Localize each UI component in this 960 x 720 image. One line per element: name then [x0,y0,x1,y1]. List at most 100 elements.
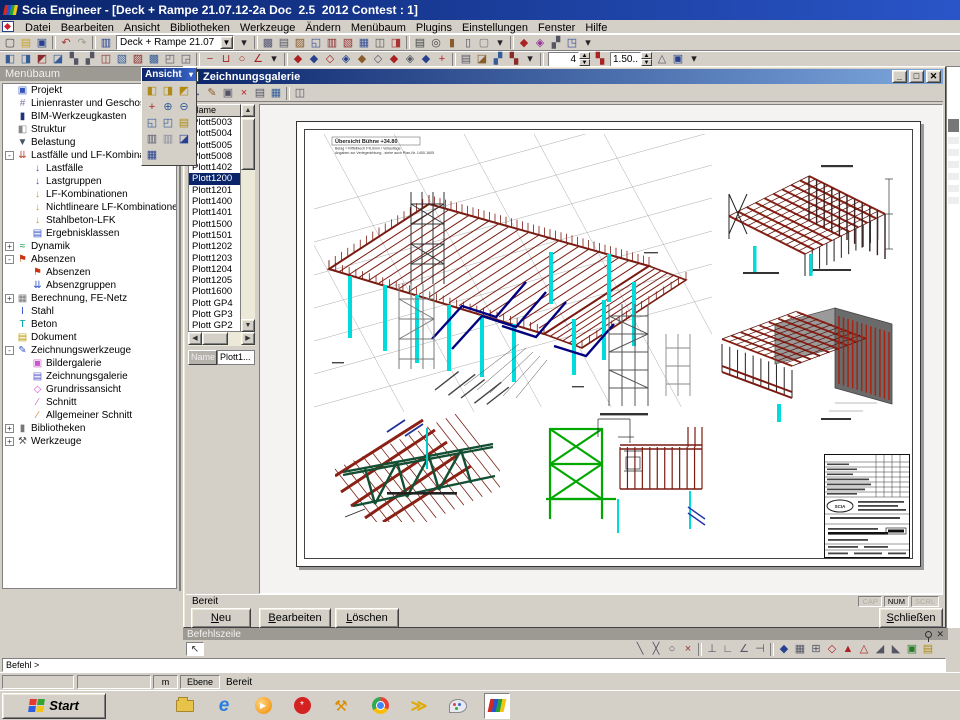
snap-ortho-icon[interactable]: ⊣ [752,642,768,656]
redo-icon[interactable]: ↷ [74,36,90,50]
maximize-icon[interactable]: □ [909,70,924,83]
view-front-icon[interactable]: ◨ [160,83,176,99]
chevron-down-icon[interactable]: ▼ [220,36,233,49]
document-icon[interactable] [2,21,14,32]
open-view-icon[interactable]: ▤ [176,115,192,131]
menu-item[interactable]: Ändern [300,22,345,34]
tree-item[interactable]: ▤ Ergebnisklassen [3,227,176,240]
tree-item[interactable]: ∕ Schnitt [3,396,176,409]
tree-expander[interactable] [5,86,14,95]
vscroll-thumb[interactable] [241,118,255,170]
tree-expander[interactable] [20,411,29,420]
scroll-right-icon[interactable]: ▶ [241,332,255,345]
scroll-left-icon[interactable]: ◀ [188,332,202,345]
pin-icon[interactable] [925,631,932,638]
clip-box-icon[interactable]: ◫ [98,52,114,66]
undo-icon[interactable]: ↶ [58,36,74,50]
select-beams-icon[interactable]: ◨ [18,52,34,66]
grid-icon[interactable]: ▦ [792,642,808,656]
tree-expander[interactable] [5,99,14,108]
shrink-icon[interactable]: ▧ [114,52,130,66]
tree-expander[interactable]: + [5,424,14,433]
circle-icon[interactable]: ○ [234,52,250,66]
table-icon[interactable]: ▦ [356,36,372,50]
layers-icon[interactable]: ◰ [162,52,178,66]
scale-spinner[interactable]: 1.50.. ▲▼ [610,52,652,67]
command-input[interactable]: Befehl > [2,658,946,672]
tree-expander[interactable] [5,125,14,134]
select-nodes-icon[interactable]: ◧ [2,52,18,66]
snap-t-icon[interactable]: △ [856,642,872,656]
tree-expander[interactable] [20,216,29,225]
axes-icon[interactable]: + [144,99,160,115]
image-gallery-icon[interactable]: ▨ [292,36,308,50]
befehlszeile-header[interactable]: Befehlszeile ✕ [183,628,948,640]
tree-item[interactable]: - ✎ Zeichnungswerkzeuge [3,344,176,357]
plot-list-item[interactable]: Plott1204 [189,264,240,275]
export-plot-icon[interactable]: ▦ [268,86,284,100]
ref-icon[interactable]: ▣ [670,52,686,66]
tree-expander[interactable]: + [5,437,14,446]
tree-expander[interactable] [5,138,14,147]
tree-expander[interactable] [20,359,29,368]
plot-list-item[interactable]: Plott1401 [189,207,240,218]
plot-list-vscrollbar[interactable]: ▲ ▼ [241,104,255,332]
snap-line-icon[interactable]: ╲ [632,642,648,656]
zoom-window-icon[interactable]: ◱ [144,115,160,131]
opening-icon[interactable]: ◆ [354,52,370,66]
plot-list-item[interactable]: Plott1201 [189,185,240,196]
hinge-icon[interactable]: ◈ [402,52,418,66]
palette-icon[interactable] [445,693,471,719]
minimize-icon[interactable]: _ [892,70,907,83]
tree-expander[interactable]: + [5,242,14,251]
plot-list-item[interactable]: Plott1202 [189,241,240,252]
tree-expander[interactable] [20,203,29,212]
snap-face-icon[interactable]: ◣ [888,642,904,656]
edit-plot-icon[interactable]: ✎ [204,86,220,100]
tools-icon[interactable]: ⚒ [328,693,354,719]
explode-icon[interactable]: ▨ [130,52,146,66]
scroll-down-icon[interactable]: ▼ [241,319,255,332]
tree-item[interactable]: T Beton [3,318,176,331]
plot-list-item[interactable]: Plott GP2 [189,320,240,331]
tree-expander[interactable] [20,372,29,381]
copy-multi-icon[interactable]: ▤ [458,52,474,66]
arrows-icon[interactable]: ≫ [406,693,432,719]
fullscreen-preview-icon[interactable]: ◫ [292,86,308,100]
plate-icon[interactable]: ◇ [322,52,338,66]
tree-expander[interactable] [20,177,29,186]
select-solids-icon[interactable]: ◪ [50,52,66,66]
snap-edge-icon[interactable]: ◢ [872,642,888,656]
delete-plot-icon[interactable]: × [236,86,252,100]
property-name-value[interactable]: Plott1... [217,350,255,365]
tree-item[interactable]: + ≈ Dynamik [3,240,176,253]
zoom-in-icon[interactable]: ⊕ [160,99,176,115]
tree-expander[interactable]: - [5,255,14,264]
move-icon[interactable]: ◪ [474,52,490,66]
plot-list-item[interactable]: Plott1600 [189,286,240,297]
cursor-snap-icon[interactable]: ◆ [776,642,792,656]
plot-list-item[interactable]: Plott1205 [189,275,240,286]
scroll-up-icon[interactable]: ▲ [241,104,255,117]
plot-list-item[interactable]: Plott1203 [189,253,240,264]
folder-icon[interactable] [172,693,198,719]
print-view-icon[interactable]: ▥ [144,131,160,147]
page-frame-icon[interactable]: ◨ [388,36,404,50]
hand-icon[interactable]: * [289,693,315,719]
tree-expander[interactable] [5,307,14,316]
preview-icon[interactable]: ◎ [428,36,444,50]
project-combobox[interactable]: Deck + Rampe 21.07 ▼ [116,35,234,50]
library-icon[interactable]: ▮ [444,36,460,50]
snap-delete-icon[interactable]: × [680,642,696,656]
close-icon[interactable]: ✕ [926,70,941,83]
zoom-all-icon[interactable]: ◰ [160,115,176,131]
print-data-icon[interactable]: ▤ [276,36,292,50]
tree-item[interactable]: ▤ Dokument [3,331,176,344]
print-setup-icon[interactable]: ▥ [160,131,176,147]
menu-item[interactable]: Hilfe [580,22,612,34]
plot-list-item[interactable]: Plott GP4 [189,298,240,309]
menu-item[interactable]: Einstellungen [457,22,533,34]
dropdown-arrow-icon[interactable]: ▾ [686,52,702,66]
tree-item[interactable]: ⚑ Absenzen [3,266,176,279]
cursor-mode-icon[interactable]: ↖ [186,642,204,656]
